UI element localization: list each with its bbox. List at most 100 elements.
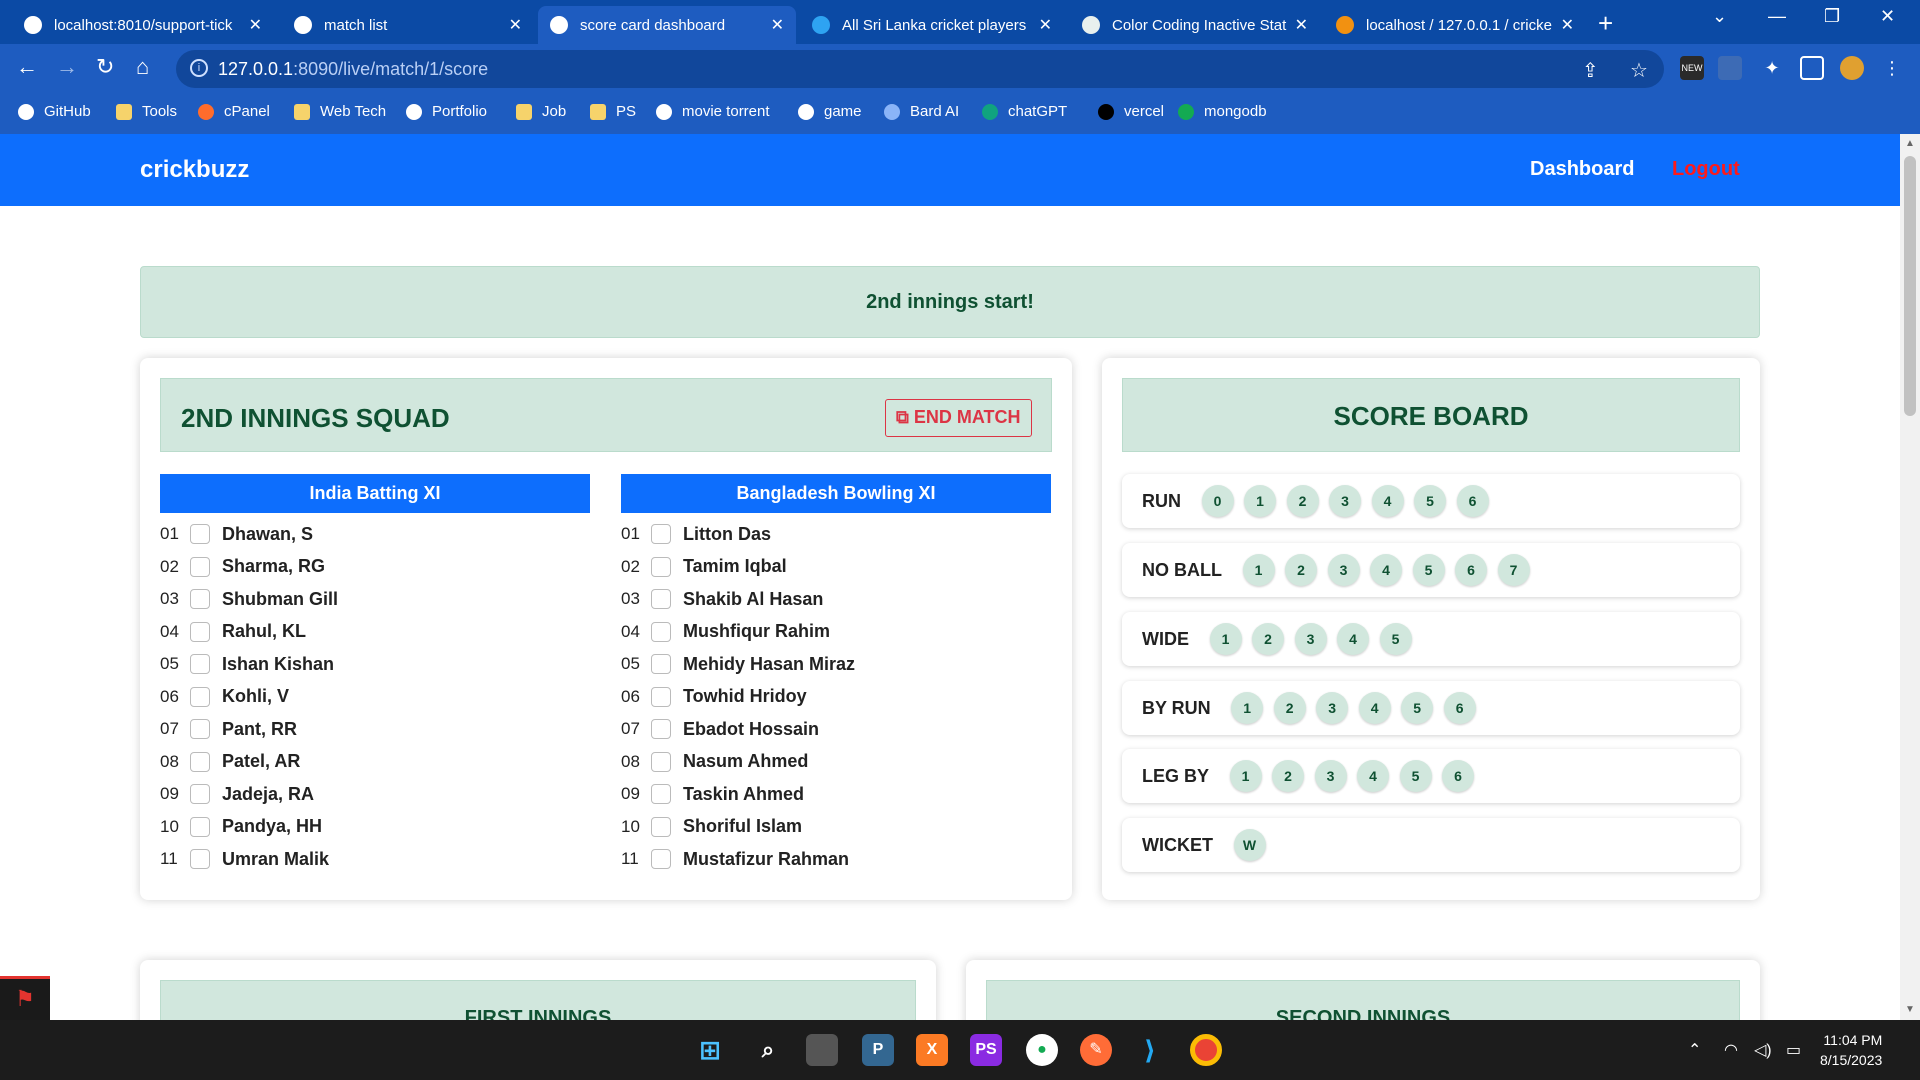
score-option-button[interactable]: 1 xyxy=(1244,485,1276,517)
end-match-button[interactable]: ⧉ END MATCH xyxy=(885,399,1032,437)
score-option-button[interactable]: 4 xyxy=(1358,692,1391,724)
chrome-icon[interactable] xyxy=(1190,1034,1222,1066)
browser-tab[interactable]: localhost:8010/support-tick ✕ xyxy=(12,6,274,44)
score-option-button[interactable]: 3 xyxy=(1316,692,1349,724)
tab-close-icon[interactable]: ✕ xyxy=(1295,15,1308,35)
bookmark-vercel[interactable]: vercel xyxy=(1098,103,1164,120)
mongodb-compass-icon[interactable]: ● xyxy=(1026,1034,1058,1066)
bookmark-ps[interactable]: PS xyxy=(590,103,636,120)
score-option-button[interactable]: 3 xyxy=(1314,760,1347,792)
score-option-button[interactable]: 3 xyxy=(1327,554,1360,586)
extension-new-icon[interactable]: NEW xyxy=(1680,56,1704,80)
score-option-button[interactable]: 1 xyxy=(1229,760,1262,792)
browser-tab[interactable]: match list ✕ xyxy=(282,6,534,44)
player-checkbox[interactable] xyxy=(651,751,671,772)
score-option-button[interactable]: 5 xyxy=(1412,554,1445,586)
extension-flag-icon[interactable] xyxy=(1718,56,1742,80)
bookmark-mongodb[interactable]: mongodb xyxy=(1178,103,1267,120)
score-option-button[interactable]: 1 xyxy=(1231,692,1264,724)
player-checkbox[interactable] xyxy=(651,524,671,545)
score-option-button[interactable]: 7 xyxy=(1497,554,1530,586)
browser-tab[interactable]: localhost / 127.0.0.1 / cricke ✕ xyxy=(1324,6,1586,44)
vscode-icon[interactable]: ⟩ xyxy=(1134,1034,1166,1066)
score-option-button[interactable]: 2 xyxy=(1285,554,1317,586)
score-option-button[interactable]: 6 xyxy=(1443,692,1476,724)
bookmark-portfolio[interactable]: Portfolio xyxy=(406,103,487,120)
menu-kebab-icon[interactable]: ⋮ xyxy=(1880,56,1904,80)
player-checkbox[interactable] xyxy=(651,816,671,837)
score-option-button[interactable]: 1 xyxy=(1209,623,1242,655)
new-tab-button[interactable]: + xyxy=(1598,8,1613,39)
forward-arrow-icon[interactable]: → xyxy=(56,54,78,80)
player-checkbox[interactable] xyxy=(651,849,671,870)
restore-button[interactable]: ❐ xyxy=(1824,6,1840,27)
score-option-button[interactable]: 5 xyxy=(1414,485,1446,517)
score-option-button[interactable]: 4 xyxy=(1370,554,1402,586)
reload-icon[interactable]: ↻ xyxy=(96,54,114,80)
tab-close-icon[interactable]: ✕ xyxy=(1561,15,1574,35)
score-option-button[interactable]: 6 xyxy=(1455,554,1487,586)
player-checkbox[interactable] xyxy=(190,524,210,545)
browser-tab[interactable]: Color Coding Inactive Statu ✕ xyxy=(1070,6,1320,44)
bookmark-star-icon[interactable]: ☆ xyxy=(1630,58,1648,83)
player-checkbox[interactable] xyxy=(190,816,210,837)
bookmark-job[interactable]: Job xyxy=(516,103,566,120)
player-checkbox[interactable] xyxy=(651,556,671,577)
scroll-thumb[interactable] xyxy=(1904,156,1916,416)
laravel-debugbar-icon[interactable]: ⚑ xyxy=(0,976,50,1020)
share-icon[interactable]: ⇪ xyxy=(1582,58,1599,83)
scroll-down-arrow-icon[interactable]: ▼ xyxy=(1905,1004,1915,1015)
tab-search-icon[interactable]: ⌄ xyxy=(1712,6,1727,27)
wifi-icon[interactable]: ◠ xyxy=(1724,1040,1738,1060)
score-option-button[interactable]: 4 xyxy=(1357,760,1390,792)
xampp-icon[interactable]: X xyxy=(916,1034,948,1066)
bookmark-cpanel[interactable]: cPanel xyxy=(198,103,270,120)
site-info-icon[interactable]: i xyxy=(190,59,208,77)
scroll-up-arrow-icon[interactable]: ▲ xyxy=(1905,138,1915,149)
player-checkbox[interactable] xyxy=(651,621,671,642)
tab-close-icon[interactable]: ✕ xyxy=(1039,15,1052,35)
bookmark-github[interactable]: GitHub xyxy=(18,103,91,120)
page-scrollbar[interactable]: ▲ ▼ xyxy=(1900,134,1920,1020)
home-icon[interactable]: ⌂ xyxy=(136,54,149,80)
player-checkbox[interactable] xyxy=(651,654,671,675)
score-option-button[interactable]: 0 xyxy=(1201,485,1234,517)
player-checkbox[interactable] xyxy=(651,784,671,805)
player-checkbox[interactable] xyxy=(190,621,210,642)
battery-icon[interactable]: ▭ xyxy=(1786,1040,1801,1060)
browser-tab[interactable]: score card dashboard ✕ xyxy=(538,6,796,44)
score-option-button[interactable]: W xyxy=(1233,829,1266,861)
score-option-button[interactable]: 2 xyxy=(1252,623,1284,655)
tab-close-icon[interactable]: ✕ xyxy=(249,15,262,35)
nav-dashboard-link[interactable]: Dashboard xyxy=(1530,158,1634,181)
bookmark-movie-torrent[interactable]: movie torrent xyxy=(656,103,770,120)
system-clock[interactable]: 11:04 PM 8/15/2023 xyxy=(1820,1030,1882,1070)
profile-avatar[interactable] xyxy=(1840,56,1864,80)
score-option-button[interactable]: 3 xyxy=(1294,623,1327,655)
volume-icon[interactable]: ◁) xyxy=(1754,1040,1772,1060)
player-checkbox[interactable] xyxy=(190,719,210,740)
search-icon[interactable]: ⌕ xyxy=(752,1034,784,1066)
score-option-button[interactable]: 5 xyxy=(1379,623,1412,655)
score-option-button[interactable]: 3 xyxy=(1329,485,1361,517)
score-option-button[interactable]: 2 xyxy=(1272,760,1305,792)
windows-start-icon[interactable]: ⊞ xyxy=(694,1034,726,1066)
back-arrow-icon[interactable]: ← xyxy=(16,54,38,80)
player-checkbox[interactable] xyxy=(190,654,210,675)
player-checkbox[interactable] xyxy=(651,686,671,707)
nav-logout-link[interactable]: Logout xyxy=(1672,158,1740,181)
tab-close-icon[interactable]: ✕ xyxy=(771,15,784,35)
bookmark-bard-ai[interactable]: Bard AI xyxy=(884,103,959,120)
player-checkbox[interactable] xyxy=(190,556,210,577)
extensions-puzzle-icon[interactable]: ✦ xyxy=(1760,56,1784,80)
bookmark-tools[interactable]: Tools xyxy=(116,103,177,120)
tray-chevron-icon[interactable]: ⌃ xyxy=(1688,1040,1701,1060)
postgres-icon[interactable]: P xyxy=(862,1034,894,1066)
postman-icon[interactable]: ✎ xyxy=(1080,1034,1112,1066)
score-option-button[interactable]: 5 xyxy=(1399,760,1432,792)
minimize-button[interactable]: — xyxy=(1768,6,1786,27)
score-option-button[interactable]: 5 xyxy=(1401,692,1434,724)
brand-logo[interactable]: crickbuzz xyxy=(140,156,249,184)
bookmark-game[interactable]: game xyxy=(798,103,862,120)
player-checkbox[interactable] xyxy=(190,849,210,870)
